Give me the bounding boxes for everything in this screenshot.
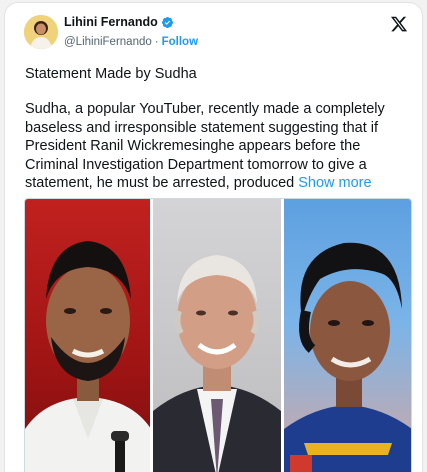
post-header: Lihini Fernando @LihiniFernando · Follow xyxy=(5,3,422,51)
author-avatar[interactable] xyxy=(24,15,58,49)
media-photo-1[interactable] xyxy=(25,199,151,472)
author-handle[interactable]: @LihiniFernando xyxy=(64,36,152,48)
post-card: Lihini Fernando @LihiniFernando · Follow… xyxy=(4,2,423,472)
author-name[interactable]: Lihini Fernando xyxy=(64,15,158,29)
author-name-row: Lihini Fernando xyxy=(64,15,174,29)
media-photo-3[interactable] xyxy=(283,199,411,472)
author-handle-row: @LihiniFernando · Follow xyxy=(64,36,198,48)
show-more-link[interactable]: Show more xyxy=(298,175,371,191)
portrait-illustration xyxy=(25,241,151,472)
x-logo-icon[interactable] xyxy=(390,15,408,33)
post-body: Sudha, a popular YouTuber, recently made… xyxy=(25,100,415,193)
avatar-image xyxy=(24,15,58,49)
post-title: Statement Made by Sudha xyxy=(25,66,197,82)
verified-badge-icon xyxy=(161,16,174,29)
media-photo-2[interactable] xyxy=(153,199,281,472)
media-grid[interactable] xyxy=(24,198,412,472)
follow-button[interactable]: Follow xyxy=(162,36,198,48)
portrait-illustration xyxy=(153,255,281,472)
portrait-illustration xyxy=(283,242,411,472)
handle-separator: · xyxy=(154,36,159,48)
